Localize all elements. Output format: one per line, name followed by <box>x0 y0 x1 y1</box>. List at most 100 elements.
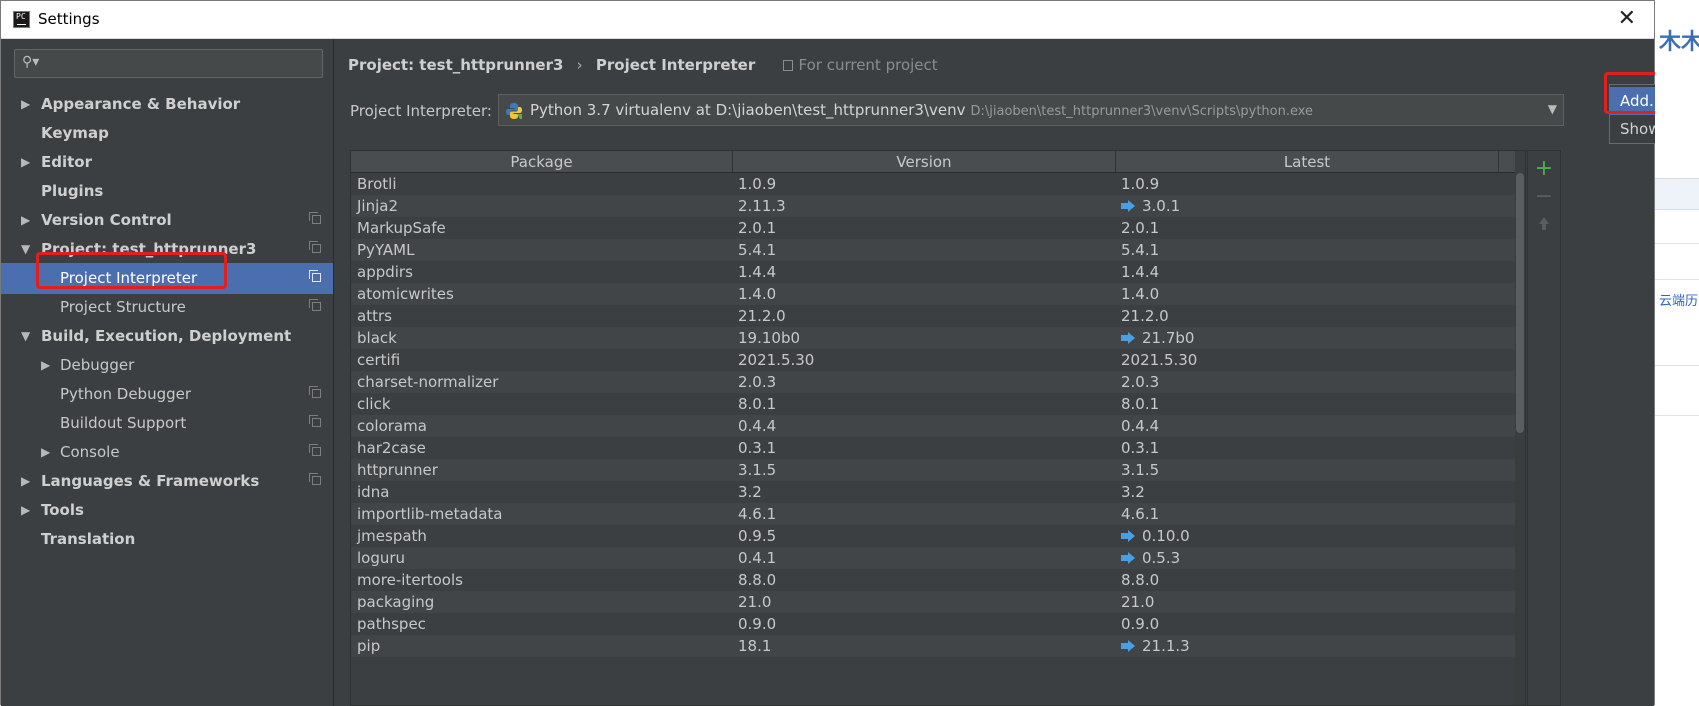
latest-cell: 2.0.3 <box>1121 371 1159 393</box>
collapse-arrow-icon[interactable]: ▼ <box>21 234 30 265</box>
sidebar-item-buildout-support[interactable]: Buildout Support <box>1 408 333 439</box>
settings-search-input[interactable]: ⚲▾ <box>14 49 323 78</box>
version-cell: 3.2 <box>738 483 762 501</box>
remove-package-button[interactable]: − <box>1528 183 1560 211</box>
table-row[interactable]: certifi 2021.5.30 2021.5.30 <box>351 349 1515 371</box>
latest-version-text: 3.1.5 <box>1121 461 1160 479</box>
latest-cell: 21.2.0 <box>1121 305 1169 327</box>
sidebar-item-project-structure[interactable]: Project Structure <box>1 292 333 323</box>
latest-cell: 8.8.0 <box>1121 569 1159 591</box>
table-row[interactable]: MarkupSafe 2.0.1 2.0.1 <box>351 217 1515 239</box>
package-name-cell: Brotli <box>357 175 397 193</box>
table-row[interactable]: click 8.0.1 8.0.1 <box>351 393 1515 415</box>
expand-arrow-icon[interactable]: ▶ <box>21 147 30 178</box>
sidebar-item-label: Console <box>60 443 120 461</box>
upgrade-package-button[interactable] <box>1528 217 1560 245</box>
latest-version-text: 1.4.4 <box>1121 263 1160 281</box>
sidebar-item-keymap[interactable]: Keymap <box>1 118 333 149</box>
project-scope-icon <box>309 270 321 282</box>
version-cell: 0.9.0 <box>738 615 777 633</box>
latest-version-text: 1.4.0 <box>1121 285 1160 303</box>
package-name-cell: idna <box>357 483 390 501</box>
breadcrumb-page: Project Interpreter <box>595 56 756 74</box>
interpreter-panel: Project: test_httprunner3 › Project Inte… <box>334 39 1699 706</box>
table-row[interactable]: packaging 21.0 21.0 <box>351 591 1515 613</box>
package-name-cell: certifi <box>357 351 401 369</box>
sidebar-item-build-execution-deployment[interactable]: ▼ Build, Execution, Deployment <box>1 321 333 352</box>
sidebar-item-label: Project Structure <box>60 298 186 316</box>
table-row[interactable]: importlib-metadata 4.6.1 4.6.1 <box>351 503 1515 525</box>
collapse-arrow-icon[interactable]: ▼ <box>21 321 30 352</box>
column-header-version[interactable]: Version <box>733 151 1116 173</box>
upgrade-available-icon <box>1121 552 1135 564</box>
table-row[interactable]: httprunner 3.1.5 3.1.5 <box>351 459 1515 481</box>
table-row[interactable]: appdirs 1.4.4 1.4.4 <box>351 261 1515 283</box>
table-row[interactable]: colorama 0.4.4 0.4.4 <box>351 415 1515 437</box>
sidebar-item-python-debugger[interactable]: Python Debugger <box>1 379 333 410</box>
package-name-cell: Jinja2 <box>357 197 399 215</box>
background-panel <box>1655 415 1699 706</box>
table-row[interactable]: Brotli 1.0.9 1.0.9 <box>351 173 1515 195</box>
interpreter-path: D:\jiaoben\test_httprunner3\venv\Scripts… <box>970 104 1314 119</box>
latest-cell: 21.1.3 <box>1121 635 1190 657</box>
project-scope-icon <box>309 212 321 224</box>
search-icon: ⚲▾ <box>22 54 40 70</box>
version-cell: 3.1.5 <box>738 461 777 479</box>
latest-cell: 0.10.0 <box>1121 525 1190 547</box>
project-scope-icon <box>782 60 793 71</box>
version-cell: 0.9.5 <box>738 527 777 545</box>
expand-arrow-icon[interactable]: ▶ <box>21 205 30 236</box>
version-cell: 8.8.0 <box>738 571 777 589</box>
background-heading: 木木 <box>1659 30 1699 55</box>
sidebar-item-translation[interactable]: Translation <box>1 524 333 555</box>
red-highlight-box <box>36 252 227 289</box>
sidebar-item-debugger[interactable]: ▶ Debugger <box>1 350 333 381</box>
sidebar-item-languages-frameworks[interactable]: ▶ Languages & Frameworks <box>1 466 333 497</box>
latest-version-text: 8.0.1 <box>1121 395 1160 413</box>
expand-arrow-icon[interactable]: ▶ <box>21 495 30 526</box>
table-row[interactable]: har2case 0.3.1 0.3.1 <box>351 437 1515 459</box>
column-header-package[interactable]: Package <box>351 151 733 173</box>
latest-version-text: 21.7b0 <box>1142 329 1195 347</box>
table-row[interactable]: attrs 21.2.0 21.2.0 <box>351 305 1515 327</box>
sidebar-item-console[interactable]: ▶ Console <box>1 437 333 468</box>
sidebar-item-label: Tools <box>41 501 84 519</box>
expand-arrow-icon[interactable]: ▶ <box>41 437 50 468</box>
expand-arrow-icon[interactable]: ▶ <box>21 466 30 497</box>
sidebar-item-editor[interactable]: ▶ Editor <box>1 147 333 178</box>
add-package-button[interactable]: + <box>1528 155 1560 183</box>
latest-cell: 21.7b0 <box>1121 327 1194 349</box>
table-row[interactable]: jmespath 0.9.5 0.10.0 <box>351 525 1515 547</box>
table-row[interactable]: black 19.10b0 21.7b0 <box>351 327 1515 349</box>
version-cell: 4.6.1 <box>738 505 777 523</box>
table-row[interactable]: pathspec 0.9.0 0.9.0 <box>351 613 1515 635</box>
chevron-down-icon[interactable]: ▼ <box>1548 102 1557 116</box>
latest-cell: 0.4.4 <box>1121 415 1159 437</box>
table-row[interactable]: atomicwrites 1.4.0 1.4.0 <box>351 283 1515 305</box>
table-row[interactable]: Jinja2 2.11.3 3.0.1 <box>351 195 1515 217</box>
column-header-latest[interactable]: Latest <box>1116 151 1499 173</box>
table-row[interactable]: PyYAML 5.4.1 5.4.1 <box>351 239 1515 261</box>
table-scrollbar[interactable] <box>1515 173 1525 705</box>
sidebar-item-version-control[interactable]: ▶ Version Control <box>1 205 333 236</box>
table-row[interactable]: idna 3.2 3.2 <box>351 481 1515 503</box>
pycharm-app-icon: PC <box>13 11 30 28</box>
upgrade-icon <box>1539 217 1549 231</box>
sidebar-item-label: Version Control <box>41 211 172 229</box>
table-row[interactable]: charset-normalizer 2.0.3 2.0.3 <box>351 371 1515 393</box>
version-cell: 18.1 <box>738 637 772 655</box>
interpreter-select[interactable]: Python 3.7 virtualenv at D:\jiaoben\test… <box>498 94 1564 126</box>
expand-arrow-icon[interactable]: ▶ <box>21 89 30 120</box>
expand-arrow-icon[interactable]: ▶ <box>41 350 50 381</box>
scrollbar-thumb[interactable] <box>1516 173 1524 433</box>
latest-cell: 2021.5.30 <box>1121 349 1197 371</box>
table-row[interactable]: pip 18.1 21.1.3 <box>351 635 1515 657</box>
table-row[interactable]: loguru 0.4.1 0.5.3 <box>351 547 1515 569</box>
sidebar-item-appearance-behavior[interactable]: ▶ Appearance & Behavior <box>1 89 333 120</box>
sidebar-item-tools[interactable]: ▶ Tools <box>1 495 333 526</box>
latest-cell: 8.0.1 <box>1121 393 1159 415</box>
table-row[interactable]: more-itertools 8.8.0 8.8.0 <box>351 569 1515 591</box>
sidebar-item-plugins[interactable]: Plugins <box>1 176 333 207</box>
project-scope-icon <box>309 473 321 485</box>
close-button[interactable]: ✕ <box>1618 6 1636 32</box>
